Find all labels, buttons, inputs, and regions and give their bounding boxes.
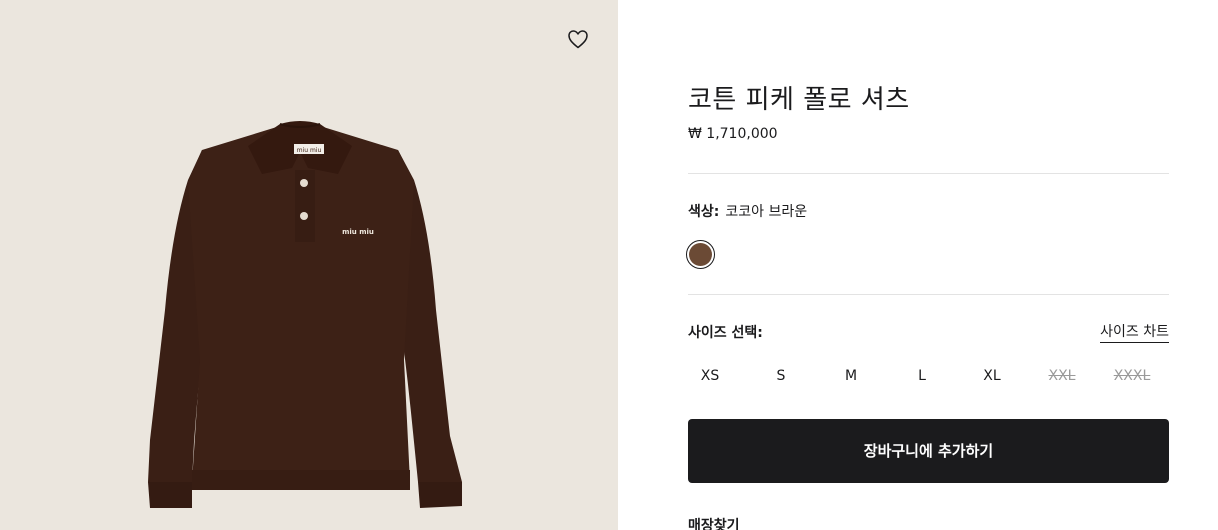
color-swatch-selected[interactable]	[686, 240, 715, 269]
product-price: ₩ 1,710,000	[688, 126, 778, 142]
size-option-m[interactable]: M	[821, 358, 881, 394]
add-to-cart-button[interactable]: 장바구니에 추가하기	[688, 419, 1169, 483]
size-option-s[interactable]: S	[751, 358, 811, 394]
size-option-xxxl-unavailable: XXXL	[1113, 368, 1151, 384]
product-title: 코튼 피케 폴로 셔츠	[688, 85, 910, 115]
size-option-l[interactable]: L	[892, 358, 952, 394]
divider	[688, 173, 1169, 174]
color-swatch-fill	[689, 243, 712, 266]
size-option-xs[interactable]: XS	[680, 358, 740, 394]
product-image-gallery: miu miu miu miu	[0, 0, 618, 530]
svg-text:miu miu: miu miu	[342, 228, 374, 236]
size-option-xxl-unavailable: XXL	[1048, 368, 1076, 384]
color-label: 색상:	[688, 204, 720, 220]
size-select-label: 사이즈 선택:	[688, 325, 763, 341]
color-info: 색상: 코코아 브라운	[688, 201, 807, 221]
product-details-panel: 코튼 피케 폴로 셔츠 ₩ 1,710,000 색상: 코코아 브라운 사이즈 선…	[686, 0, 1169, 530]
wishlist-button[interactable]	[566, 27, 590, 51]
size-chart-link[interactable]: 사이즈 차트	[1100, 321, 1169, 343]
product-image: miu miu miu miu	[148, 121, 462, 508]
svg-text:miu miu: miu miu	[297, 147, 322, 154]
divider	[688, 294, 1169, 295]
size-options: XS S M L XL XXL XXXL	[688, 358, 1169, 394]
color-value: 코코아 브라운	[725, 204, 808, 220]
find-store-link[interactable]: 매장찾기	[688, 515, 740, 530]
size-option-xl[interactable]: XL	[962, 358, 1022, 394]
heart-icon	[568, 30, 588, 49]
